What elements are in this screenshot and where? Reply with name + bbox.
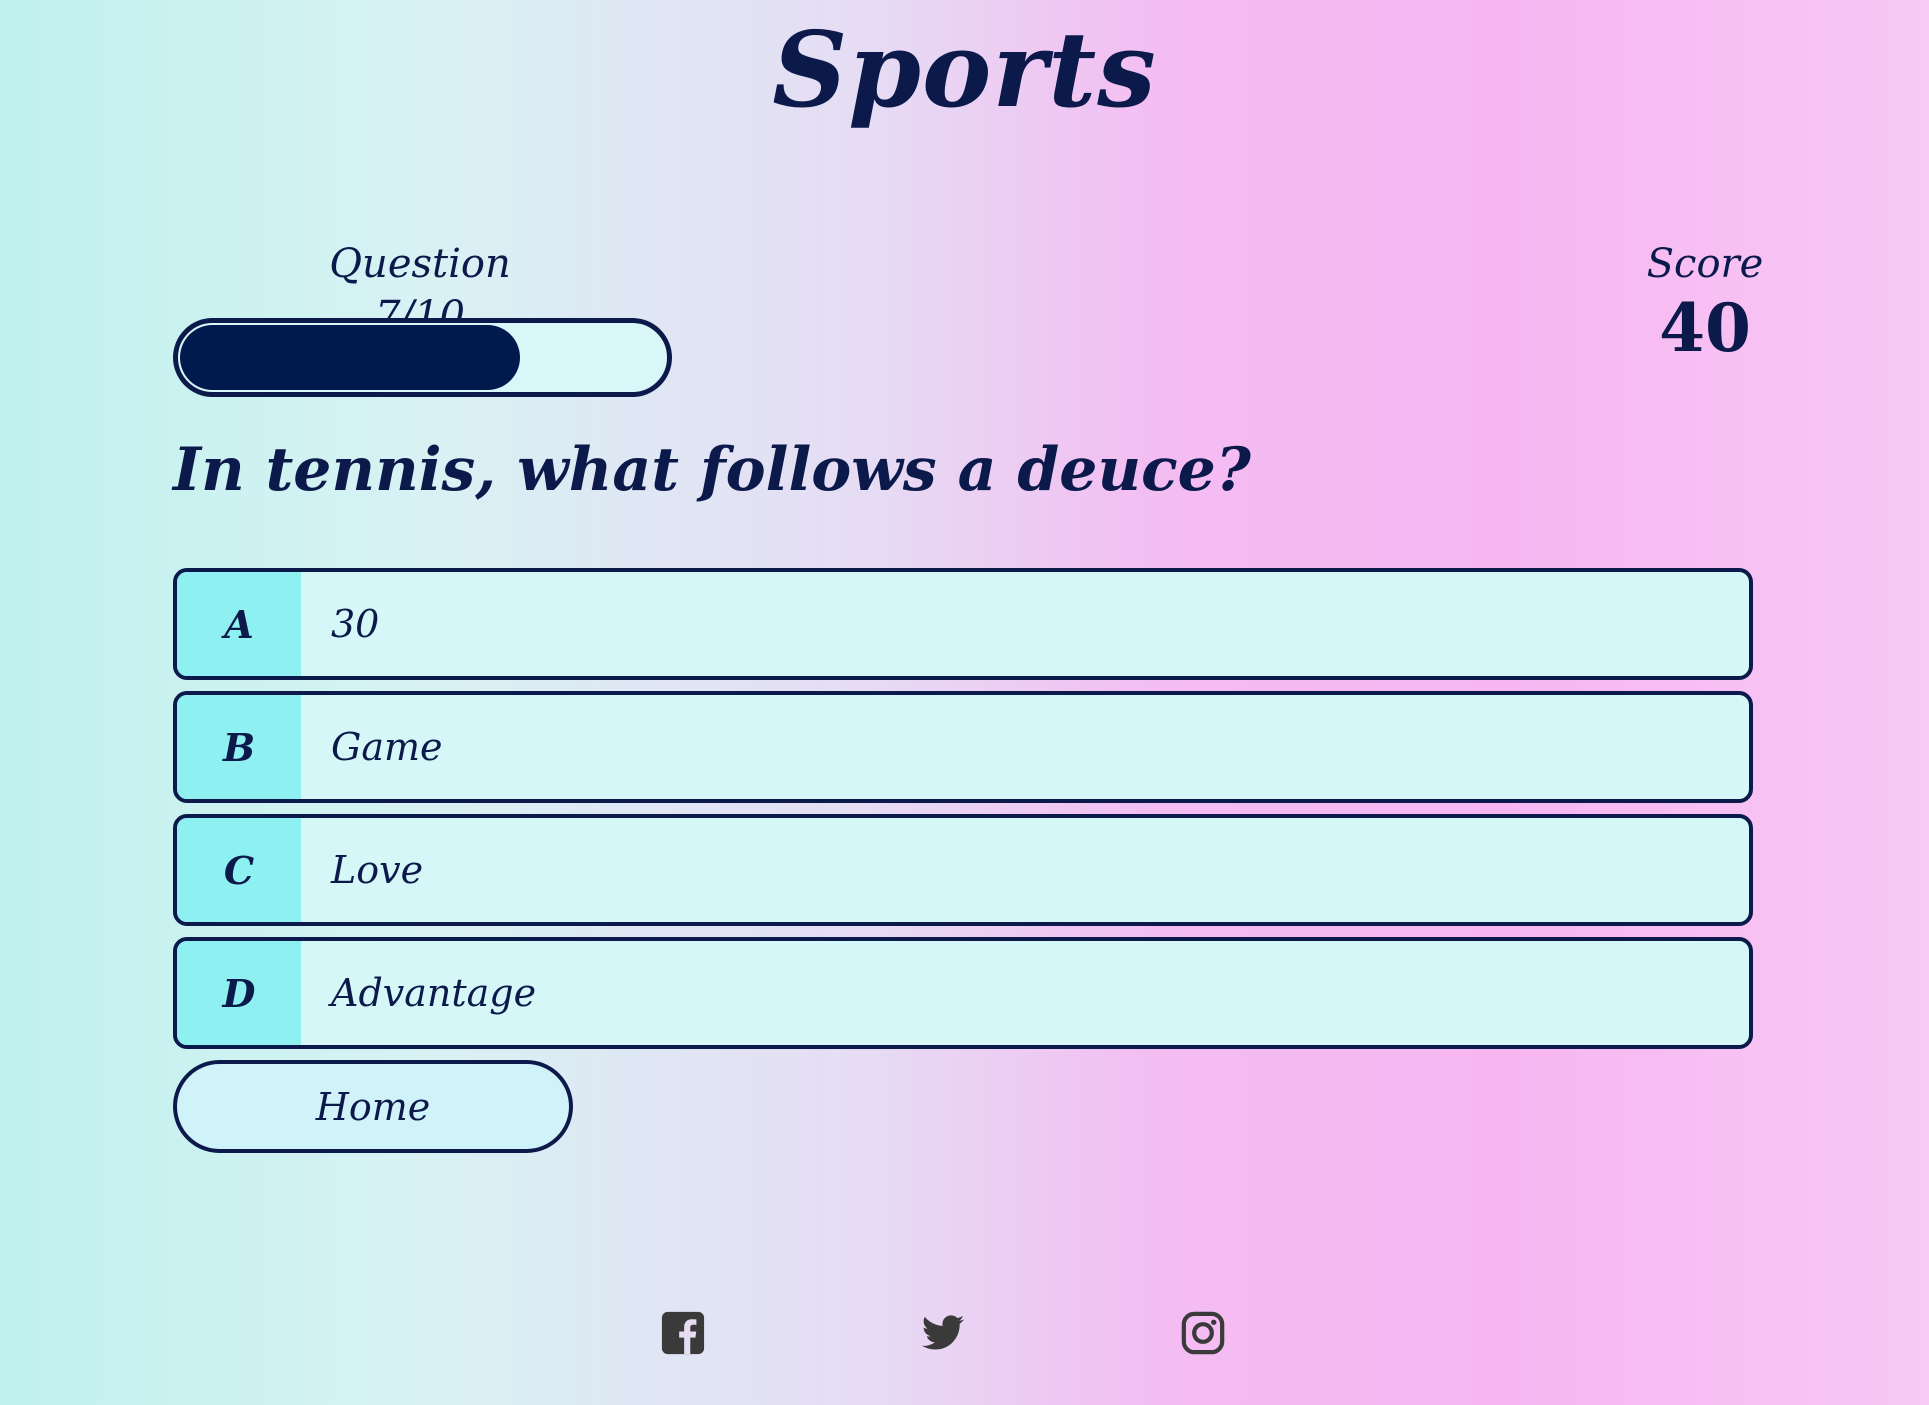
answer-text: Advantage bbox=[331, 971, 537, 1015]
answer-option-b[interactable]: B Game bbox=[173, 691, 1753, 803]
progress-bar-fill bbox=[180, 325, 521, 390]
score-label: Score bbox=[1646, 241, 1764, 287]
answer-text: 30 bbox=[331, 602, 380, 646]
answer-option-c[interactable]: C Love bbox=[173, 814, 1753, 926]
answer-text: Game bbox=[331, 725, 443, 769]
answer-text: Love bbox=[331, 848, 424, 892]
page-title: Sports bbox=[772, 8, 1157, 131]
answer-letter: D bbox=[177, 941, 301, 1045]
facebook-icon[interactable] bbox=[660, 1310, 706, 1356]
answer-letter: B bbox=[177, 695, 301, 799]
answer-letter: C bbox=[177, 818, 301, 922]
answer-list: A 30 B Game C Love D Advantage bbox=[173, 568, 1753, 1060]
score-value: 40 bbox=[1659, 289, 1751, 367]
question-text: In tennis, what follows a deuce? bbox=[173, 435, 1251, 505]
answer-letter: A bbox=[177, 572, 301, 676]
answer-option-a[interactable]: A 30 bbox=[173, 568, 1753, 680]
answer-option-d[interactable]: D Advantage bbox=[173, 937, 1753, 1049]
progress-bar bbox=[173, 318, 672, 397]
home-button[interactable]: Home bbox=[173, 1060, 573, 1153]
twitter-icon[interactable] bbox=[920, 1310, 966, 1356]
instagram-icon[interactable] bbox=[1180, 1310, 1226, 1356]
